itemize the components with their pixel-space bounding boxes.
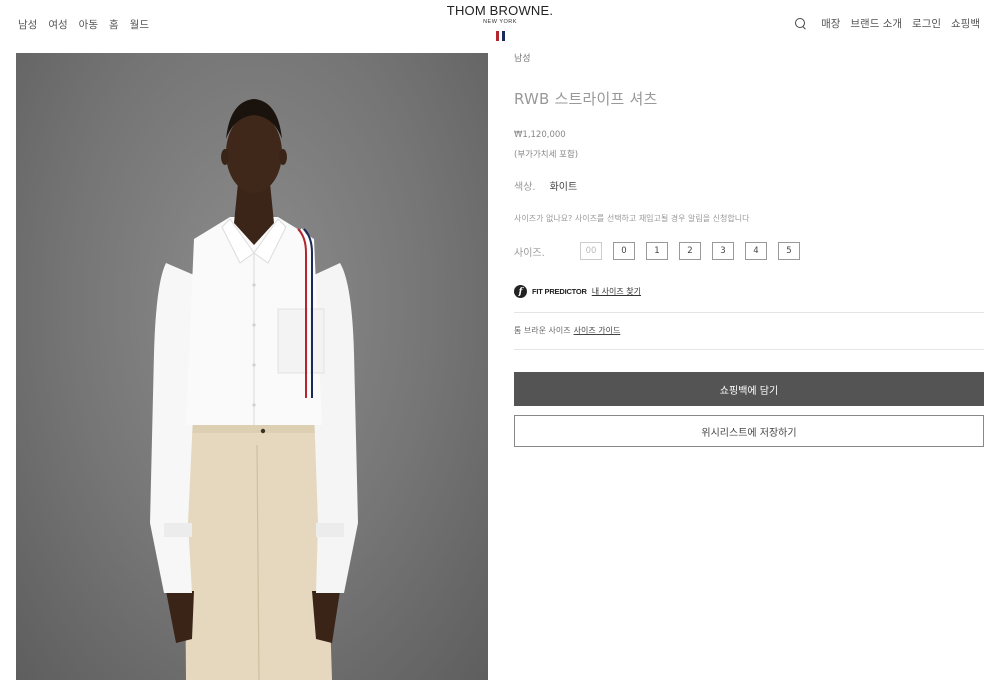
size-guide-row: 톰 브라운 사이즈 사이즈 가이드	[514, 325, 620, 336]
utility-nav: 매장 브랜드 소개 로그인 쇼핑백	[794, 16, 980, 31]
top-navigation: 남성 여성 아동 홈 월드 THOM BROWNE. NEW YORK 매장 브…	[0, 0, 1000, 48]
divider	[514, 312, 984, 313]
size-guide-link[interactable]: 사이즈 가이드	[574, 325, 621, 336]
nav-about-brand[interactable]: 브랜드 소개	[850, 16, 902, 31]
size-option-3[interactable]: 3	[712, 242, 734, 260]
find-my-size-link[interactable]: 내 사이즈 찾기	[592, 286, 641, 297]
fit-predictor: f FIT PREDICTOR 내 사이즈 찾기	[514, 285, 641, 298]
color-value: 화이트	[549, 182, 578, 193]
color-label: 색상.	[514, 182, 536, 193]
fit-predictor-icon: f	[514, 285, 527, 298]
vat-note: (부가가치세 포함)	[514, 150, 579, 160]
size-option-0[interactable]: 0	[613, 242, 635, 260]
product-price: ₩1,120,000	[514, 130, 566, 140]
nav-shopping-bag[interactable]: 쇼핑백	[951, 16, 980, 31]
nav-login[interactable]: 로그인	[912, 16, 941, 31]
size-restock-note: 사이즈가 없나요? 사이즈를 선택하고 재입고될 경우 알림을 신청합니다	[514, 214, 750, 223]
fit-predictor-brand: FIT PREDICTOR	[532, 287, 587, 296]
save-to-wishlist-button[interactable]: 위시리스트에 저장하기	[514, 415, 984, 447]
size-label: 사이즈.	[514, 247, 545, 259]
search-icon[interactable]	[794, 17, 807, 30]
divider	[514, 349, 984, 350]
product-image	[16, 53, 488, 680]
size-option-5[interactable]: 5	[778, 242, 800, 260]
size-option-4[interactable]: 4	[745, 242, 767, 260]
color-row: 색상. 화이트	[514, 178, 577, 193]
add-to-bag-button[interactable]: 쇼핑백에 담기	[514, 372, 984, 406]
size-options: 00 0 1 2 3 4 5	[580, 242, 800, 260]
tricolor-flag-icon	[495, 31, 505, 41]
nav-stores[interactable]: 매장	[821, 16, 840, 31]
breadcrumb[interactable]: 남성	[514, 51, 531, 64]
size-selector: 사이즈. 00 0 1 2 3 4 5	[514, 242, 800, 260]
model-photo	[150, 99, 358, 680]
size-option-00[interactable]: 00	[580, 242, 602, 260]
product-title: RWB 스트라이프 셔츠	[514, 90, 658, 108]
size-option-1[interactable]: 1	[646, 242, 668, 260]
size-option-2[interactable]: 2	[679, 242, 701, 260]
size-guide-prefix: 톰 브라운 사이즈	[514, 326, 571, 335]
